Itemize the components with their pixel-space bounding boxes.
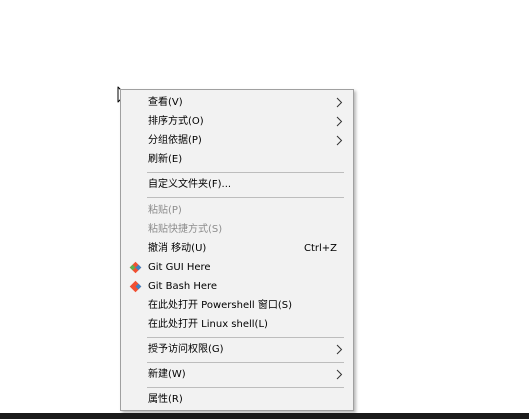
chevron-right-icon	[336, 116, 343, 127]
menu-item-paste-shortcut-label: 粘贴快捷方式(S)	[148, 224, 223, 235]
menu-item-refresh-label: 刷新(E)	[148, 154, 183, 165]
menu-item-properties[interactable]: 属性(R)	[121, 390, 353, 409]
menu-item-open-linux-shell-label: 在此处打开 Linux shell(L)	[148, 319, 268, 330]
chevron-right-icon	[336, 344, 343, 355]
menu-item-git-bash-label: Git Bash Here	[148, 281, 218, 292]
menu-item-view-label: 查看(V)	[148, 97, 183, 108]
menu-item-new-label: 新建(W)	[148, 369, 186, 380]
menu-item-paste: 粘贴(P)	[121, 201, 353, 220]
taskbar-edge	[0, 413, 529, 419]
menu-item-refresh[interactable]: 刷新(E)	[121, 150, 353, 169]
menu-separator	[147, 362, 344, 363]
menu-item-give-access[interactable]: 授予访问权限(G)	[121, 340, 353, 359]
menu-item-sort-by-label: 排序方式(O)	[148, 116, 204, 127]
menu-item-paste-label: 粘贴(P)	[148, 205, 182, 216]
context-menu: 查看(V) 排序方式(O) 分组依据(P) 刷新(E) 自定义文件夹(F)...…	[120, 89, 354, 411]
menu-item-open-powershell-label: 在此处打开 Powershell 窗口(S)	[148, 300, 292, 311]
menu-separator	[147, 387, 344, 388]
menu-item-undo-move-label: 撤消 移动(U)	[148, 243, 207, 254]
menu-separator	[147, 337, 344, 338]
menu-item-group-by[interactable]: 分组依据(P)	[121, 131, 353, 150]
menu-item-open-powershell[interactable]: 在此处打开 Powershell 窗口(S)	[121, 296, 353, 315]
menu-item-undo-move[interactable]: 撤消 移动(U) Ctrl+Z	[121, 239, 353, 258]
undo-shortcut-text: Ctrl+Z	[303, 243, 337, 254]
menu-item-group-by-label: 分组依据(P)	[148, 135, 202, 146]
git-diamond-icon	[129, 261, 142, 274]
chevron-right-icon	[336, 135, 343, 146]
menu-item-git-bash[interactable]: Git Bash Here	[121, 277, 353, 296]
menu-item-sort-by[interactable]: 排序方式(O)	[121, 112, 353, 131]
menu-item-customize-folder-label: 自定义文件夹(F)...	[148, 179, 232, 190]
menu-separator	[147, 172, 344, 173]
menu-separator	[147, 197, 344, 198]
menu-item-open-linux-shell[interactable]: 在此处打开 Linux shell(L)	[121, 315, 353, 334]
menu-item-paste-shortcut: 粘贴快捷方式(S)	[121, 220, 353, 239]
menu-item-give-access-label: 授予访问权限(G)	[148, 344, 224, 355]
menu-item-git-gui-label: Git GUI Here	[148, 262, 211, 273]
chevron-right-icon	[336, 369, 343, 380]
menu-item-properties-label: 属性(R)	[148, 394, 183, 405]
menu-item-customize-folder[interactable]: 自定义文件夹(F)...	[121, 175, 353, 194]
chevron-right-icon	[336, 97, 343, 108]
menu-item-view[interactable]: 查看(V)	[121, 93, 353, 112]
git-diamond-icon	[129, 280, 142, 293]
menu-item-new[interactable]: 新建(W)	[121, 365, 353, 384]
menu-item-git-gui[interactable]: Git GUI Here	[121, 258, 353, 277]
